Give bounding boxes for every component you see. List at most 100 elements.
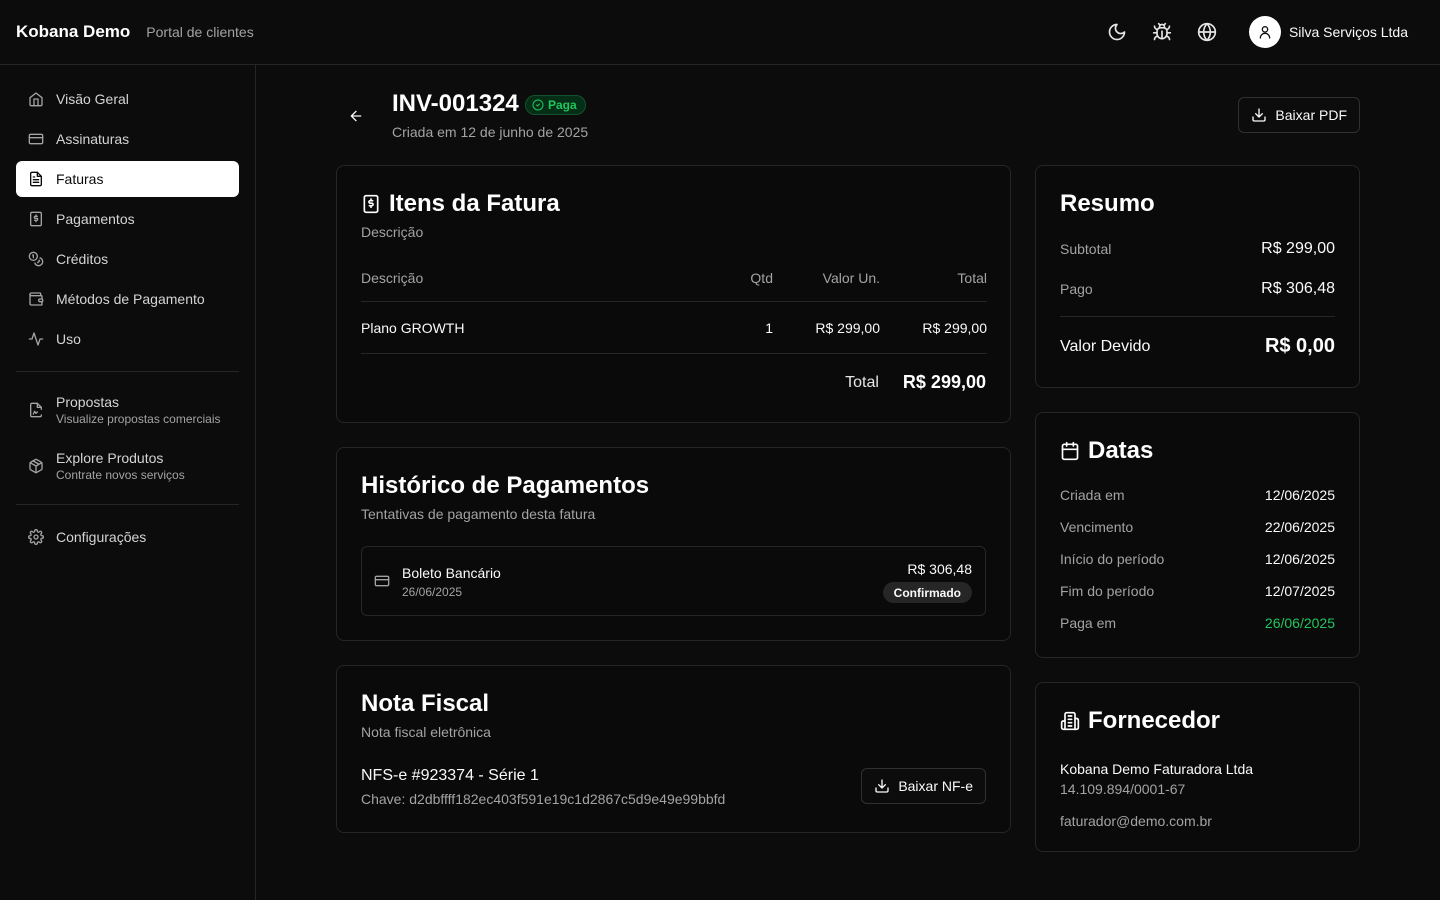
coins-icon — [28, 251, 44, 267]
brand-name[interactable]: Kobana Demo — [16, 22, 130, 42]
calendar-icon — [1061, 441, 1079, 461]
date-label: Início do período — [1060, 551, 1165, 567]
card-icon — [374, 573, 390, 589]
items-total: Total R$ 299,00 — [361, 372, 986, 393]
portal-label: Portal de clientes — [146, 24, 254, 40]
date-row: Criada em 12/06/2025 — [1060, 479, 1335, 511]
supplier-card: Fornecedor Kobana Demo Faturadora Ltda 1… — [1035, 682, 1360, 852]
sidebar-item-metodos-pagamento[interactable]: Métodos de Pagamento — [16, 281, 239, 317]
card-title: Resumo — [1060, 190, 1155, 217]
card-title-text: Datas — [1088, 437, 1154, 464]
date-label: Vencimento — [1060, 519, 1134, 535]
package-icon — [29, 458, 43, 474]
sidebar-item-label: Pagamentos — [56, 211, 135, 227]
receipt-icon — [30, 211, 42, 227]
date-value: 26/06/2025 — [1264, 615, 1335, 631]
list-item[interactable]: Boleto Bancário 26/06/2025 R$ 306,48 Con… — [361, 546, 986, 616]
invoice-header: INV-001324 Paga Criada em 12 de junho de… — [336, 88, 1360, 144]
download-nfe-label: Baixar NF-e — [898, 778, 973, 794]
date-value: 12/06/2025 — [1264, 551, 1335, 567]
sidebar-item-explore-produtos[interactable]: Explore Produtos Contrate novos serviços — [16, 442, 239, 490]
file-icon — [30, 171, 42, 187]
download-icon — [1252, 108, 1267, 122]
table-row: Plano GROWTH 1 R$ 299,00 R$ 299,00 — [361, 302, 987, 354]
download-pdf-label: Baixar PDF — [1275, 107, 1347, 123]
download-nfe-button[interactable]: Baixar NF-e — [861, 768, 986, 804]
user-menu[interactable]: Silva Serviços Ltda — [1248, 16, 1408, 48]
paid-label: Pago — [1060, 281, 1093, 297]
supplier-email[interactable]: faturador@demo.com.br — [1060, 813, 1335, 829]
subtotal-label: Subtotal — [1060, 241, 1112, 257]
card-subtitle: Tentativas de pagamento desta fatura — [361, 506, 596, 522]
column-header: Total — [957, 269, 987, 286]
user-name: Silva Serviços Ltda — [1288, 24, 1408, 40]
table-cell: 1 — [765, 319, 773, 336]
payment-history-card: Histórico de Pagamentos Tentativas de pa… — [336, 447, 1011, 641]
sidebar-item-label: Configurações — [56, 529, 147, 545]
invoice-created-date: Criada em 12 de junho de 2025 — [392, 124, 589, 140]
summary-divider — [1060, 316, 1335, 317]
download-pdf-button[interactable]: Baixar PDF — [1238, 97, 1360, 133]
table-cell: R$ 299,00 — [922, 319, 987, 336]
sidebar-item-visao-geral[interactable]: Visão Geral — [16, 81, 239, 117]
date-value: 12/07/2025 — [1264, 583, 1335, 599]
sidebar-item-creditos[interactable]: Créditos — [16, 241, 239, 277]
wallet-icon — [29, 292, 44, 306]
total-value: R$ 299,00 — [902, 372, 986, 392]
card-title: Itens da Fatura — [361, 190, 986, 218]
sidebar-item-configuracoes[interactable]: Configurações — [16, 519, 239, 555]
back-arrow-icon[interactable] — [348, 108, 364, 124]
invoice-items-card: Itens da Fatura Descrição Descrição Qtd … — [336, 165, 1011, 423]
card-title: Histórico de Pagamentos — [361, 472, 650, 499]
summary-card: Resumo Subtotal R$ 299,00 Pago R$ 306,48… — [1035, 165, 1360, 388]
card-title-text: Fornecedor — [1088, 707, 1221, 734]
sidebar-item-uso[interactable]: Uso — [16, 321, 239, 357]
receipt-icon — [363, 194, 379, 214]
table-cell: R$ 299,00 — [815, 319, 880, 336]
sidebar-item-assinaturas[interactable]: Assinaturas — [16, 121, 239, 157]
nota-fiscal-card: Nota Fiscal Nota fiscal eletrônica NFS-e… — [336, 665, 1011, 833]
table-cell: Plano GROWTH — [361, 319, 465, 336]
column-header: Descrição — [361, 269, 424, 286]
sidebar-item-faturas[interactable]: Faturas — [16, 161, 239, 197]
sidebar-item-pagamentos[interactable]: Pagamentos — [16, 201, 239, 237]
nfse-key: Chave: d2dbffff182ec403f591e19c1d2867c5d… — [361, 791, 726, 807]
bug-icon[interactable] — [1152, 22, 1172, 42]
supplier-name: Kobana Demo Faturadora Ltda — [1060, 761, 1254, 777]
subtotal-row: Subtotal R$ 299,00 — [1060, 240, 1335, 258]
file-signature-icon — [30, 402, 42, 418]
payment-date: 26/06/2025 — [402, 585, 463, 599]
status-badge-label: Paga — [548, 98, 577, 112]
gear-icon — [28, 529, 44, 545]
nfse-number: NFS-e #923374 - Série 1 — [361, 767, 539, 784]
home-icon — [29, 92, 43, 107]
date-value: 12/06/2025 — [1264, 487, 1335, 503]
table-header: Descrição Qtd Valor Un. Total — [361, 262, 987, 302]
sidebar: Visão Geral Assinaturas Faturas Pagament… — [0, 65, 256, 900]
card-icon — [28, 133, 44, 145]
sidebar-divider — [16, 504, 239, 505]
column-header: Valor Un. — [822, 269, 880, 286]
card-title: Nota Fiscal — [361, 690, 490, 717]
date-row: Paga em 26/06/2025 — [1060, 607, 1335, 639]
download-icon — [875, 779, 889, 793]
sidebar-item-propostas[interactable]: Propostas Visualize propostas comerciais — [16, 386, 239, 434]
sidebar-item-label: Propostas — [56, 394, 120, 410]
user-icon — [1248, 16, 1281, 48]
activity-icon — [28, 332, 44, 346]
supplier-cnpj: 14.109.894/0001-67 — [1060, 781, 1186, 797]
sidebar-item-label: Visão Geral — [56, 91, 129, 107]
dates-card: Datas Criada em 12/06/2025 Vencimento 22… — [1035, 412, 1360, 658]
date-row: Vencimento 22/06/2025 — [1060, 511, 1335, 543]
card-title: Datas — [1060, 437, 1335, 465]
globe-icon[interactable] — [1197, 22, 1217, 42]
date-label: Paga em — [1060, 615, 1117, 631]
subtotal-value: R$ 299,00 — [1261, 240, 1335, 257]
moon-icon[interactable] — [1107, 22, 1127, 42]
card-subtitle: Descrição — [361, 224, 424, 240]
page-title: INV-001324 — [392, 90, 519, 117]
sidebar-item-label: Uso — [56, 331, 81, 347]
sidebar-item-label: Assinaturas — [56, 131, 130, 147]
sidebar-divider — [16, 371, 239, 372]
sidebar-item-label: Faturas — [56, 171, 104, 187]
